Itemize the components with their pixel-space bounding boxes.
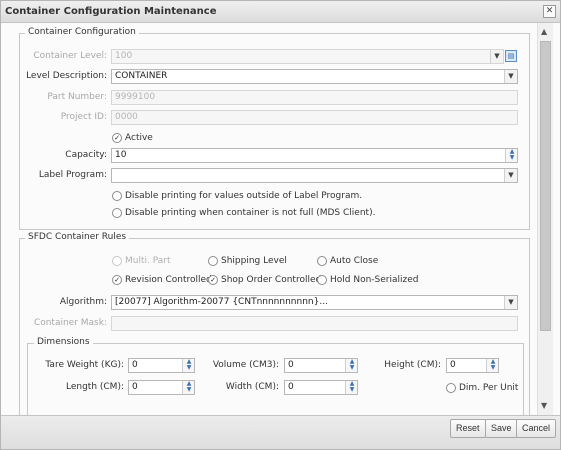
- spinner-arrows-icon[interactable]: ▲ ▼: [345, 381, 357, 394]
- chevron-down-icon[interactable]: ▼: [504, 169, 517, 182]
- container-mask-field[interactable]: [111, 316, 518, 331]
- auto-close-label: Auto Close: [330, 256, 379, 266]
- algorithm-value: [20077] Algorithm-20077 {CNTnnnnnnnnnn}.…: [115, 297, 328, 307]
- height-label: Height (CM):: [384, 360, 441, 370]
- scrollbar-thumb[interactable]: [540, 41, 551, 331]
- level-description-label: Level Description:: [26, 71, 107, 81]
- length-value: 0: [132, 382, 138, 392]
- scroll-down-icon[interactable]: ▼: [541, 401, 547, 410]
- capacity-spinner[interactable]: 10 ▲ ▼: [111, 148, 518, 163]
- level-description-value: CONTAINER: [115, 71, 168, 81]
- length-spinner[interactable]: 0 ▲ ▼: [128, 380, 195, 395]
- volume-spinner[interactable]: 0 ▲ ▼: [284, 358, 358, 373]
- volume-label: Volume (CM3):: [212, 360, 279, 370]
- width-label: Width (CM):: [225, 382, 279, 392]
- dimensions-group: [27, 343, 524, 415]
- part-number-value: 9999100: [115, 92, 156, 102]
- container-level-value: 100: [115, 51, 133, 61]
- part-number-label: Part Number:: [47, 92, 107, 102]
- height-spinner[interactable]: 0 ▲ ▼: [446, 358, 499, 373]
- chevron-down-icon[interactable]: ▼: [504, 296, 517, 309]
- label-program-label: Label Program:: [38, 170, 107, 180]
- disable-not-full-label: Disable printing when container is not f…: [125, 208, 376, 218]
- active-checkbox[interactable]: ✓: [112, 133, 122, 143]
- hold-non-serialized-label: Hold Non-Serialized: [330, 275, 419, 285]
- scroll-up-icon[interactable]: ▲: [541, 27, 547, 36]
- chevron-down-icon[interactable]: ▼: [504, 70, 517, 83]
- spinner-arrows-icon[interactable]: ▲ ▼: [182, 359, 194, 372]
- window-title: Container Configuration Maintenance: [5, 6, 217, 17]
- title-bar: Container Configuration Maintenance ✕: [1, 1, 560, 23]
- capacity-value: 10: [115, 150, 127, 160]
- scroll-content: Container Configuration Container Level:…: [1, 23, 560, 415]
- reset-button[interactable]: Reset: [450, 419, 486, 438]
- dim-per-unit-label: Dim. Per Unit: [459, 383, 519, 393]
- dimensions-legend: Dimensions: [34, 337, 93, 347]
- save-button[interactable]: Save: [485, 419, 518, 438]
- shop-order-controlled-label: Shop Order Controlled: [221, 275, 322, 285]
- container-configuration-legend: Container Configuration: [25, 27, 139, 37]
- project-id-label: Project ID:: [60, 112, 107, 122]
- algorithm-label: Algorithm:: [59, 297, 107, 307]
- disable-outside-label: Disable printing for values outside of L…: [125, 191, 363, 201]
- tare-weight-label: Tare Weight (KG):: [45, 360, 124, 370]
- disable-not-full-checkbox[interactable]: [112, 208, 122, 218]
- multi-part-label: Multi. Part: [125, 256, 171, 266]
- project-id-value: 0000: [115, 112, 138, 122]
- container-level-field[interactable]: 100 ▼: [111, 49, 504, 64]
- height-value: 0: [450, 360, 456, 370]
- shipping-level-checkbox[interactable]: [208, 256, 218, 266]
- multi-part-checkbox[interactable]: [112, 256, 122, 266]
- cancel-button[interactable]: Cancel: [516, 419, 557, 438]
- label-program-select[interactable]: ▼: [111, 168, 518, 183]
- container-level-label: Container Level:: [33, 51, 107, 61]
- vertical-scrollbar[interactable]: ▲ ▼: [537, 23, 553, 415]
- active-label: Active: [125, 133, 153, 143]
- spinner-arrows-icon[interactable]: ▲ ▼: [345, 359, 357, 372]
- lookup-icon[interactable]: ▤: [505, 50, 517, 62]
- part-number-field[interactable]: 9999100: [111, 90, 518, 105]
- tare-weight-spinner[interactable]: 0 ▲ ▼: [128, 358, 195, 373]
- spinner-arrows-icon[interactable]: ▲ ▼: [486, 359, 498, 372]
- spinner-arrows-icon[interactable]: ▲ ▼: [505, 149, 517, 162]
- disable-outside-checkbox[interactable]: [112, 191, 122, 201]
- revision-controlled-checkbox[interactable]: ✓: [112, 275, 122, 285]
- revision-controlled-label: Revision Controlled: [125, 275, 212, 285]
- level-description-select[interactable]: CONTAINER ▼: [111, 69, 518, 84]
- algorithm-select[interactable]: [20077] Algorithm-20077 {CNTnnnnnnnnnn}.…: [111, 295, 518, 310]
- width-value: 0: [288, 382, 294, 392]
- container-config-dialog: Container Configuration Maintenance ✕ Co…: [0, 0, 561, 450]
- chevron-down-icon[interactable]: ▼: [490, 50, 503, 63]
- container-mask-label: Container Mask:: [33, 318, 107, 328]
- length-label: Length (CM):: [65, 382, 124, 392]
- width-spinner[interactable]: 0 ▲ ▼: [284, 380, 358, 395]
- dim-per-unit-checkbox[interactable]: [446, 383, 456, 393]
- shop-order-controlled-checkbox[interactable]: ✓: [208, 275, 218, 285]
- close-icon[interactable]: ✕: [543, 5, 556, 18]
- project-id-field[interactable]: 0000: [111, 110, 518, 125]
- hold-non-serialized-checkbox[interactable]: [317, 275, 327, 285]
- sfdc-rules-legend: SFDC Container Rules: [25, 232, 130, 242]
- spinner-arrows-icon[interactable]: ▲ ▼: [182, 381, 194, 394]
- shipping-level-label: Shipping Level: [221, 256, 287, 266]
- volume-value: 0: [288, 360, 294, 370]
- capacity-label: Capacity:: [65, 150, 107, 160]
- tare-weight-value: 0: [132, 360, 138, 370]
- auto-close-checkbox[interactable]: [317, 256, 327, 266]
